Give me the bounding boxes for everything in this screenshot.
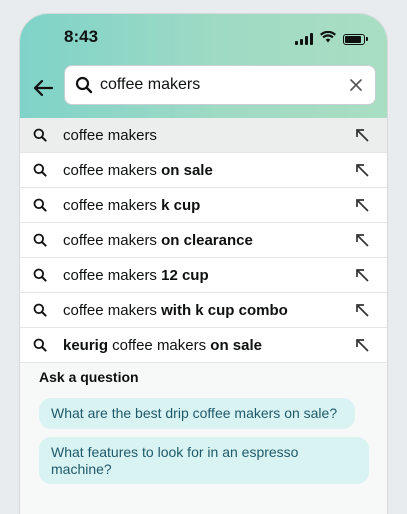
suggestion-suffix: on sale [210,336,262,354]
suggestion-suffix: on sale [161,161,213,179]
arrow-left-icon [33,79,54,97]
suggestion-prefix: coffee makers [63,161,162,179]
search-icon [32,267,48,283]
suggestion-text: coffee makers on sale [63,162,213,179]
suggestion-prefix: coffee makers [63,126,157,144]
search-icon [32,232,48,248]
suggestion-prefix: coffee makers [63,231,162,249]
search-input[interactable] [100,76,335,94]
clear-search-button[interactable] [347,76,365,94]
suggestion-item[interactable]: coffee makers [20,118,387,153]
fill-query-button[interactable] [353,231,371,249]
suggestion-suffix: k cup [161,196,201,214]
signal-icon [295,33,313,45]
question-chip[interactable]: What are the best drip coffee makers on … [39,398,355,429]
search-icon [32,127,48,143]
arrow-up-left-icon [356,199,369,212]
suggestion-item[interactable]: coffee makers on sale [20,153,387,188]
search-icon [32,302,48,318]
suggestion-text: coffee makers [63,127,157,144]
suggestion-item[interactable]: coffee makers on clearance [20,223,387,258]
search-icon [32,197,48,213]
suggestion-brand: keurig [63,336,109,354]
wifi-icon [320,30,336,48]
fill-query-button[interactable] [353,196,371,214]
search-box[interactable] [64,65,376,105]
battery-icon [343,33,368,45]
back-button[interactable] [29,74,57,102]
suggestion-item[interactable]: keurig coffee makers on sale [20,328,387,363]
suggestion-suffix: 12 cup [161,266,209,284]
search-header: 8:43 [20,14,387,118]
close-icon [350,79,362,91]
fill-query-button[interactable] [353,126,371,144]
suggestion-prefix: coffee makers [63,266,162,284]
question-chip[interactable]: What features to look for in an espresso… [39,437,369,484]
status-time: 8:43 [64,27,99,46]
suggestion-text: keurig coffee makers on sale [63,337,262,354]
fill-query-button[interactable] [353,161,371,179]
status-icons [295,30,368,48]
suggestion-list: coffee makers coffee makers on sale coff… [20,118,387,363]
phone-screen: 8:43 coffee makers coffee makers coffee … [20,14,387,514]
fill-query-button[interactable] [353,301,371,319]
suggestion-prefix: coffee makers [63,301,162,319]
search-icon [74,75,94,95]
suggestion-prefix: coffee makers [108,336,211,354]
search-icon [32,337,48,353]
fill-query-button[interactable] [353,266,371,284]
fill-query-button[interactable] [353,336,371,354]
suggestion-text: coffee makers 12 cup [63,267,209,284]
suggestion-item[interactable]: coffee makers k cup [20,188,387,223]
suggestion-text: coffee makers with k cup combo [63,302,288,319]
suggestion-suffix: on clearance [161,231,253,249]
arrow-up-left-icon [356,234,369,247]
arrow-up-left-icon [356,304,369,317]
suggestion-prefix: coffee makers [63,196,162,214]
ask-question-heading: Ask a question [39,369,139,385]
suggestion-suffix: with k cup combo [161,301,288,319]
arrow-up-left-icon [356,269,369,282]
arrow-up-left-icon [356,129,369,142]
arrow-up-left-icon [356,339,369,352]
suggestion-item[interactable]: coffee makers 12 cup [20,258,387,293]
suggestion-text: coffee makers on clearance [63,232,253,249]
search-icon [32,162,48,178]
arrow-up-left-icon [356,164,369,177]
suggestion-text: coffee makers k cup [63,197,200,214]
suggestion-item[interactable]: coffee makers with k cup combo [20,293,387,328]
